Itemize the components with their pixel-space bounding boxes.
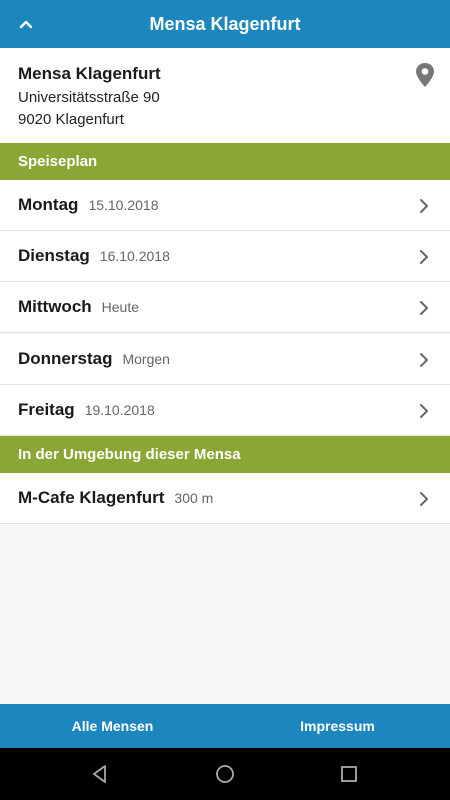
day-row-donnerstag[interactable]: Donnerstag Morgen — [0, 334, 450, 385]
bottom-bar: Alle Mensen Impressum — [0, 704, 450, 748]
day-row-freitag[interactable]: Freitag 19.10.2018 — [0, 385, 450, 436]
mensa-name: Mensa Klagenfurt — [18, 64, 161, 83]
back-triangle-icon[interactable] — [88, 762, 112, 786]
chevron-right-icon — [414, 298, 434, 318]
nearby-row-m-cafe[interactable]: M-Cafe Klagenfurt 300 m — [0, 473, 450, 524]
chevron-right-icon — [414, 350, 434, 370]
section-speiseplan: Speiseplan — [0, 143, 450, 180]
chevron-right-icon — [414, 247, 434, 267]
day-label: Mittwoch — [18, 297, 92, 316]
day-row-mittwoch[interactable]: Mittwoch Heute — [0, 282, 450, 333]
recents-square-icon[interactable] — [337, 762, 361, 786]
page-title: Mensa Klagenfurt — [149, 13, 301, 34]
day-label: Freitag — [18, 400, 75, 419]
section-nearby: In der Umgebung dieser Mensa — [0, 436, 450, 473]
system-nav-bar — [0, 748, 450, 800]
day-date: 16.10.2018 — [99, 248, 170, 264]
day-date: 19.10.2018 — [84, 402, 155, 418]
chevron-right-icon — [414, 196, 434, 216]
day-label: Dienstag — [18, 246, 90, 265]
day-date: Morgen — [122, 351, 170, 367]
chevron-up-icon[interactable] — [12, 10, 40, 38]
day-date: Heute — [101, 299, 140, 315]
app-bar: Mensa Klagenfurt — [0, 0, 450, 48]
day-label: Donnerstag — [18, 349, 113, 368]
day-row-montag[interactable]: Montag 15.10.2018 — [0, 180, 450, 231]
chevron-right-icon — [414, 401, 434, 421]
mensa-city: 9020 Klagenfurt — [18, 111, 124, 128]
mensa-street: Universitätsstraße 90 — [18, 89, 160, 106]
mensa-info-card: Mensa Klagenfurt Universitätsstraße 90 9… — [0, 48, 450, 143]
day-label: Montag — [18, 195, 79, 214]
nearby-distance: 300 m — [174, 490, 214, 506]
day-row-dienstag[interactable]: Dienstag 16.10.2018 — [0, 231, 450, 282]
all-mensen-button[interactable]: Alle Mensen — [0, 704, 225, 748]
map-pin-icon[interactable] — [414, 62, 436, 88]
home-circle-icon[interactable] — [213, 762, 237, 786]
chevron-right-icon — [414, 489, 434, 509]
nearby-label: M-Cafe Klagenfurt — [18, 488, 165, 507]
impressum-button[interactable]: Impressum — [225, 704, 450, 748]
day-date: 15.10.2018 — [88, 197, 159, 213]
